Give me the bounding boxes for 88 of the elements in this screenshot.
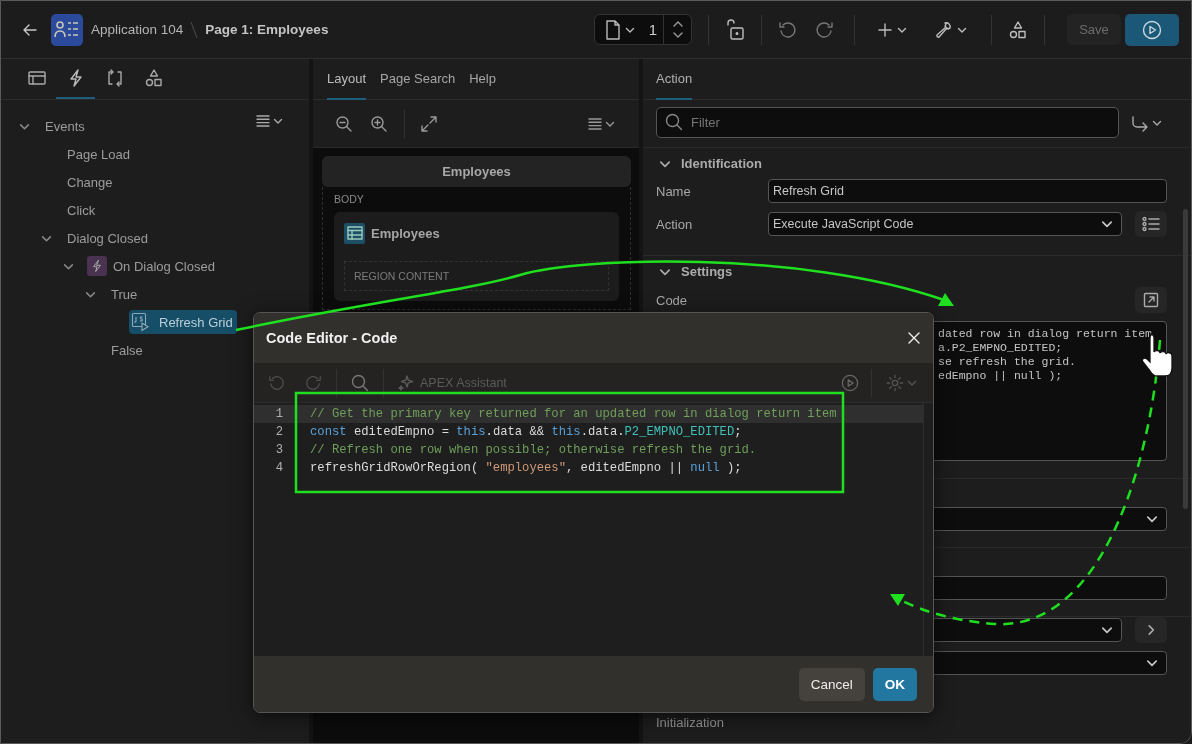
- section-header[interactable]: Identification: [656, 148, 1167, 179]
- unlocked-icon[interactable]: [725, 18, 745, 41]
- text-field[interactable]: Refresh Grid: [768, 179, 1167, 203]
- app-link[interactable]: Application 104: [91, 22, 184, 37]
- spin-down-icon[interactable]: [672, 32, 683, 38]
- panel-tab[interactable]: Page Search: [380, 59, 456, 100]
- field-label: Name: [656, 183, 692, 199]
- layout-menu-button[interactable]: [588, 116, 615, 131]
- zoom-out-icon[interactable]: [335, 114, 353, 133]
- page-number[interactable]: 1: [637, 21, 663, 38]
- page-title: Page 1: Employees: [205, 22, 329, 37]
- scrollbar[interactable]: [1183, 209, 1188, 509]
- tree-item[interactable]: True: [107, 282, 142, 306]
- tree-item[interactable]: Refresh Grid: [129, 310, 237, 334]
- redo-icon[interactable]: [814, 19, 834, 40]
- code-line[interactable]: const editedEmpno = this.data && this.data.P2_EMPNO_EDITED;: [310, 425, 742, 439]
- search-icon[interactable]: [351, 373, 369, 392]
- shapes-icon: [143, 67, 164, 88]
- caret-icon: [1101, 218, 1113, 230]
- sparkle-icon: [398, 374, 414, 391]
- tree-item[interactable]: False: [107, 338, 147, 362]
- search-icon: [665, 113, 683, 131]
- caret-icon: [1146, 657, 1158, 669]
- body-label: BODY: [334, 193, 365, 205]
- section-header[interactable]: Settings: [656, 256, 1167, 287]
- line-number: 2: [274, 425, 283, 439]
- next-button[interactable]: [1135, 617, 1167, 643]
- code-line[interactable]: refreshGridRowOrRegion( "employees", editedEmpno || null );: [310, 461, 742, 475]
- line-number: 3: [274, 443, 283, 457]
- tree-item[interactable]: Change: [63, 170, 117, 194]
- tree-item[interactable]: Click: [63, 198, 100, 222]
- chevron-icon: [1145, 624, 1157, 636]
- plus-icon: [877, 21, 893, 38]
- page-icon: [605, 19, 621, 40]
- line-number: 4: [274, 461, 283, 475]
- zoom-in-icon[interactable]: [370, 114, 388, 133]
- page-name: Employees: [442, 164, 511, 179]
- close-icon[interactable]: [907, 331, 921, 345]
- lightning-icon: [90, 259, 104, 273]
- undo-icon[interactable]: [778, 19, 798, 40]
- select-field[interactable]: Execute JavaScript Code: [768, 212, 1122, 236]
- open-editor-button[interactable]: [1135, 287, 1167, 313]
- javascript-icon: [131, 312, 151, 332]
- caret-icon: [273, 116, 283, 126]
- code-editor[interactable]: [254, 403, 924, 656]
- line-number: 1: [274, 407, 283, 421]
- page-header[interactable]: Employees: [322, 156, 631, 187]
- filter-field[interactable]: Filter: [656, 107, 1119, 138]
- tree-item[interactable]: Page Load: [63, 142, 134, 166]
- dialog-title: Code Editor - Code: [266, 330, 399, 346]
- field-label: Action: [656, 216, 694, 232]
- play-circle-icon: [1142, 19, 1162, 40]
- region-card[interactable]: Employees REGION CONTENT: [334, 212, 619, 301]
- tree-item[interactable]: On Dialog Closed: [85, 254, 219, 278]
- run-icon[interactable]: [841, 373, 859, 392]
- code-line[interactable]: // Get the primary key returned for an updated row in dialog return item: [310, 407, 837, 421]
- field-label: Initialization: [656, 715, 724, 730]
- settings-icon: [886, 373, 904, 392]
- utilities-menu-button[interactable]: [933, 19, 967, 40]
- cancel-button[interactable]: Cancel: [798, 667, 865, 701]
- panel-tab[interactable]: Help: [469, 59, 496, 100]
- caret-icon: [1146, 513, 1158, 525]
- region-content-label: REGION CONTENT: [354, 270, 450, 282]
- caret-icon: [1101, 624, 1113, 636]
- expand-icon[interactable]: [421, 115, 437, 132]
- run-button[interactable]: [1125, 13, 1179, 46]
- tree-menu-button[interactable]: [256, 114, 283, 128]
- tree-item[interactable]: Events: [41, 114, 89, 138]
- panel-tab[interactable]: Action: [656, 59, 693, 100]
- app-icon[interactable]: [51, 13, 83, 46]
- panel-tab[interactable]: Layout: [327, 59, 367, 100]
- field-label: Code: [656, 292, 689, 308]
- grid-icon: [346, 226, 363, 240]
- list-icon: [256, 114, 270, 128]
- code-line[interactable]: // Refresh one row when possible; otherwise refresh the grid.: [310, 443, 757, 457]
- ok-button[interactable]: OK: [872, 667, 917, 701]
- add-menu-button[interactable]: [877, 21, 907, 38]
- wrench-icon: [933, 19, 953, 40]
- expand-icon: [1143, 292, 1159, 308]
- return-arrow-icon: [1131, 113, 1149, 132]
- page-selector[interactable]: 1: [594, 14, 692, 45]
- list-button[interactable]: [1135, 211, 1167, 237]
- list-icon: [588, 116, 602, 131]
- spin-up-icon[interactable]: [672, 21, 683, 27]
- region-title: Employees: [371, 225, 440, 241]
- bullet-list-icon: [1142, 216, 1160, 232]
- shapes-icon[interactable]: [1008, 19, 1028, 40]
- tree-item[interactable]: Dialog Closed: [63, 226, 152, 250]
